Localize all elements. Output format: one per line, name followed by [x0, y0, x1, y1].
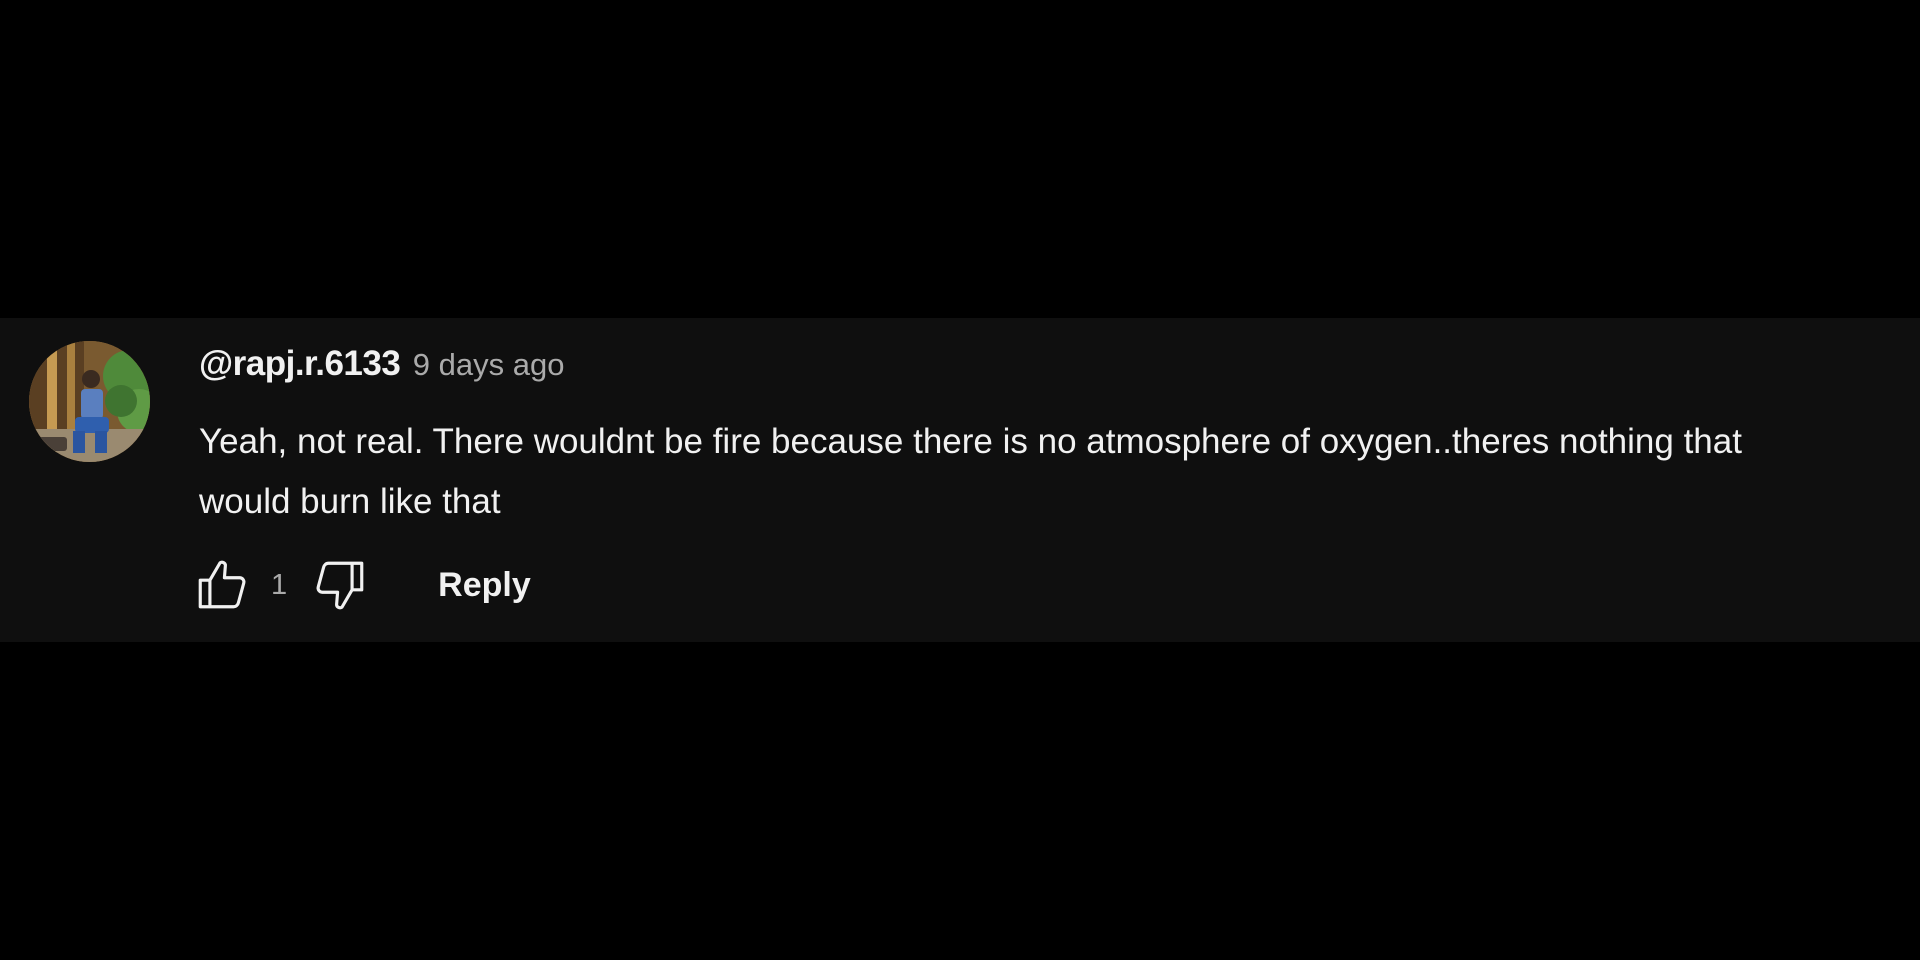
thumbs-up-icon — [198, 560, 246, 609]
comment-text: Yeah, not real. There wouldnt be fire be… — [199, 422, 1742, 521]
dislike-button[interactable] — [311, 556, 369, 614]
comment-actions: 1 Reply — [193, 556, 531, 614]
avatar[interactable] — [29, 341, 150, 462]
avatar-photo — [29, 341, 150, 462]
comment-timestamp[interactable]: 9 days ago — [413, 347, 565, 382]
page: @rapj.r.6133 9 days ago Yeah, not real. … — [0, 0, 1920, 960]
like-button[interactable] — [193, 556, 251, 614]
reply-button[interactable]: Reply — [438, 566, 531, 605]
comment-header: @rapj.r.6133 9 days ago — [199, 344, 564, 384]
author-name[interactable]: @rapj.r.6133 — [199, 344, 401, 383]
thumbs-down-icon — [316, 561, 364, 610]
like-count: 1 — [271, 568, 288, 601]
